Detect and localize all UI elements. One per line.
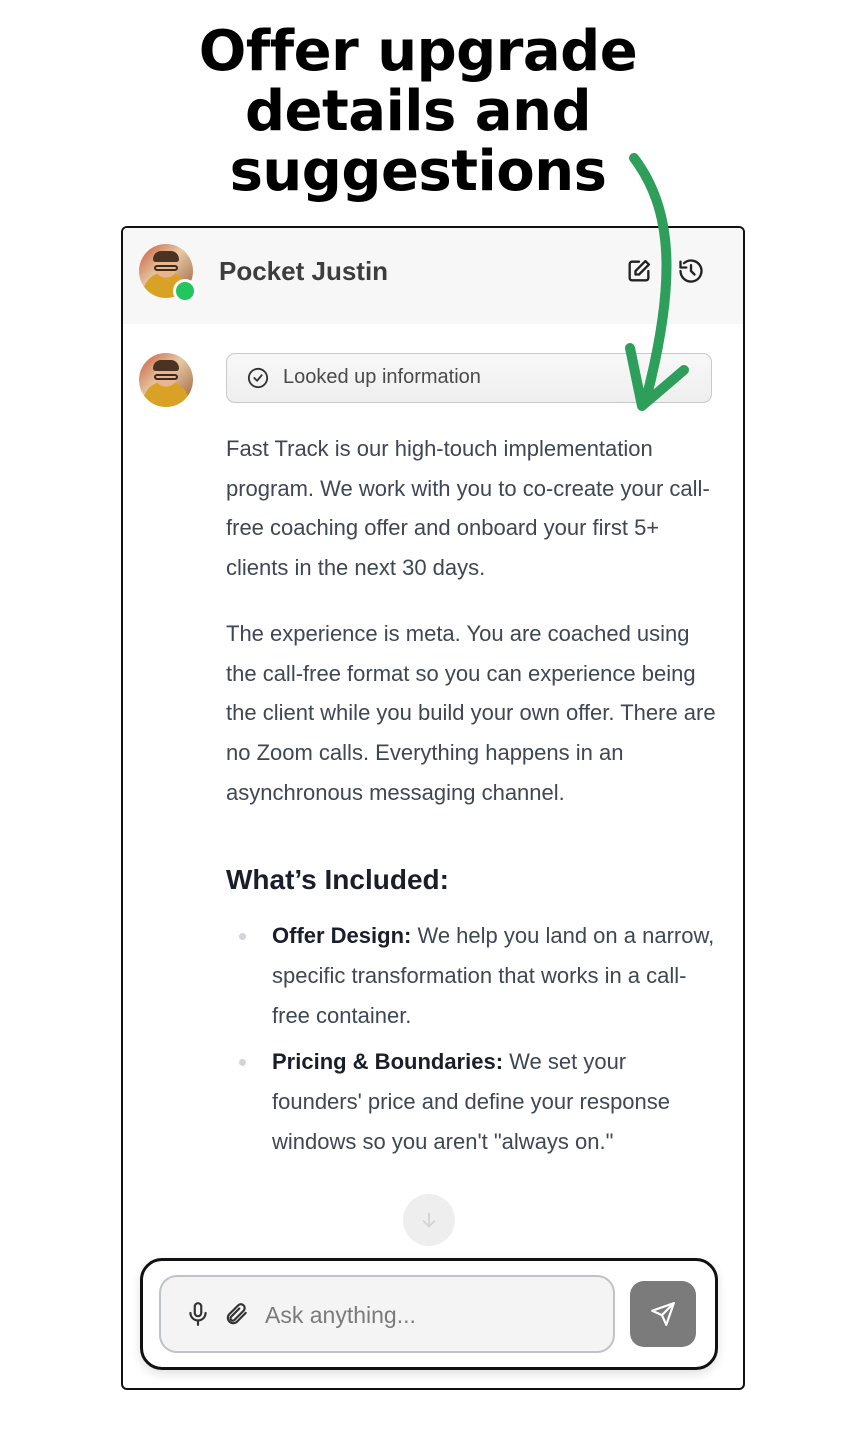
scroll-down-button[interactable] <box>403 1194 455 1246</box>
list-item: Pricing & Boundaries: We set your founde… <box>226 1042 716 1161</box>
chevron-down-icon <box>422 1212 436 1228</box>
send-icon <box>651 1302 675 1326</box>
message-avatar <box>139 353 193 407</box>
message-paragraph: The experience is meta. You are coached … <box>226 620 716 805</box>
section-heading: What’s Included: <box>226 864 449 896</box>
chat-header: Pocket Justin <box>123 228 743 324</box>
online-status-dot <box>173 279 197 303</box>
looked-up-information-chip[interactable]: Looked up information <box>226 353 712 403</box>
send-button[interactable] <box>630 1281 696 1347</box>
composer <box>140 1258 718 1370</box>
chat-title: Pocket Justin <box>219 256 389 286</box>
item-title: Pricing & Boundaries: <box>272 1049 504 1075</box>
chat-window: Pocket Justin Looked up information Fast… <box>121 226 745 1390</box>
list-item: Offer Design: We help you land on a narr… <box>226 916 716 1035</box>
ask-input[interactable] <box>265 1295 595 1335</box>
headline: Offer upgrade details and suggestions <box>198 19 638 204</box>
check-circle-icon <box>247 367 269 389</box>
paperclip-icon[interactable] <box>223 1300 249 1328</box>
edit-icon[interactable] <box>625 257 653 285</box>
history-icon[interactable] <box>677 257 705 285</box>
message-input-box <box>159 1275 615 1353</box>
item-title: Offer Design: <box>272 923 412 949</box>
mic-icon[interactable] <box>185 1300 211 1328</box>
lookup-label: Looked up information <box>283 366 481 389</box>
message-paragraph: Fast Track is our high-touch implementat… <box>226 436 710 581</box>
assistant-message: Looked up information Fast Track is our … <box>226 353 716 1169</box>
included-list: Offer Design: We help you land on a narr… <box>226 916 716 1161</box>
